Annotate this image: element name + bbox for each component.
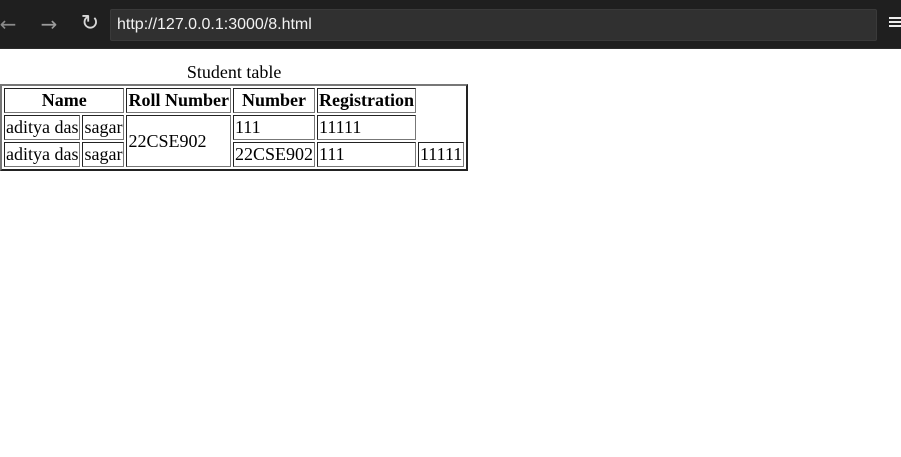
- menu-icon[interactable]: [889, 15, 901, 33]
- menu-icon-line: [889, 17, 901, 19]
- first-name-cell: aditya das: [4, 115, 81, 140]
- registration-cell: 11111: [417, 142, 465, 167]
- registration-cell: 11111: [316, 115, 416, 140]
- table-row: aditya das sagar 22CSE902 111 11111: [4, 142, 465, 167]
- address-bar[interactable]: http://127.0.0.1:3000/8.html: [110, 9, 877, 41]
- menu-icon-line: [889, 25, 901, 27]
- last-name-cell: sagar: [82, 142, 125, 167]
- last-name-cell: sagar: [82, 115, 125, 140]
- header-roll-number: Roll Number: [126, 88, 231, 113]
- browser-toolbar: ← → ↻ http://127.0.0.1:3000/8.html: [0, 0, 901, 49]
- page-content: Student table Name Roll Number Number Re…: [0, 60, 469, 171]
- reload-icon[interactable]: ↻: [78, 12, 102, 36]
- table-caption: Student table: [186, 62, 282, 82]
- roll-number-cell: 22CSE902: [126, 115, 231, 167]
- first-name-cell: aditya das: [4, 142, 81, 167]
- number-cell: 111: [316, 142, 416, 167]
- header-registration: Registration: [316, 88, 416, 113]
- table-row: aditya das sagar 22CSE902 111 11111: [4, 115, 464, 167]
- back-arrow-icon[interactable]: ←: [0, 12, 20, 36]
- menu-icon-line: [889, 21, 901, 23]
- number-cell: 111: [232, 115, 315, 140]
- forward-arrow-icon[interactable]: →: [37, 12, 61, 36]
- table-header-row: Name Roll Number Number Registration: [4, 88, 464, 113]
- student-table: Student table Name Roll Number Number Re…: [0, 60, 469, 171]
- header-number: Number: [232, 88, 315, 113]
- roll-number-cell: 22CSE902: [232, 142, 315, 167]
- header-name: Name: [4, 88, 125, 113]
